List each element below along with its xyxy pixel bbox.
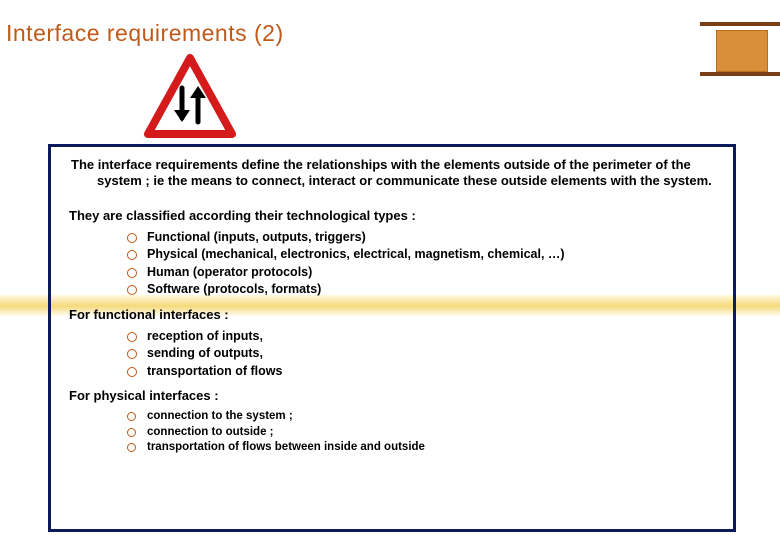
section-heading: For functional interfaces : xyxy=(69,307,715,322)
section-heading: For physical interfaces : xyxy=(69,388,715,403)
list-item: connection to outside ; xyxy=(127,425,715,441)
list-item: sending of outputs, xyxy=(127,345,715,363)
content-frame: The interface requirements define the re… xyxy=(48,144,736,532)
warning-sign-icon xyxy=(140,52,240,142)
intro-paragraph: The interface requirements define the re… xyxy=(69,157,715,190)
list-item: connection to the system ; xyxy=(127,409,715,425)
bullet-list: Functional (inputs, outputs, triggers) P… xyxy=(69,229,715,299)
slide-title: Interface requirements (2) xyxy=(6,20,284,47)
list-item: reception of inputs, xyxy=(127,328,715,346)
list-item: Software (protocols, formats) xyxy=(127,281,715,299)
corner-decoration xyxy=(700,10,780,70)
bullet-list: connection to the system ; connection to… xyxy=(69,409,715,456)
bullet-list: reception of inputs, sending of outputs,… xyxy=(69,328,715,381)
list-item: transportation of flows xyxy=(127,363,715,381)
list-item: Human (operator protocols) xyxy=(127,264,715,282)
section-heading: They are classified according their tech… xyxy=(69,208,715,223)
list-item: Physical (mechanical, electronics, elect… xyxy=(127,246,715,264)
list-item: transportation of flows between inside a… xyxy=(127,440,715,456)
list-item: Functional (inputs, outputs, triggers) xyxy=(127,229,715,247)
